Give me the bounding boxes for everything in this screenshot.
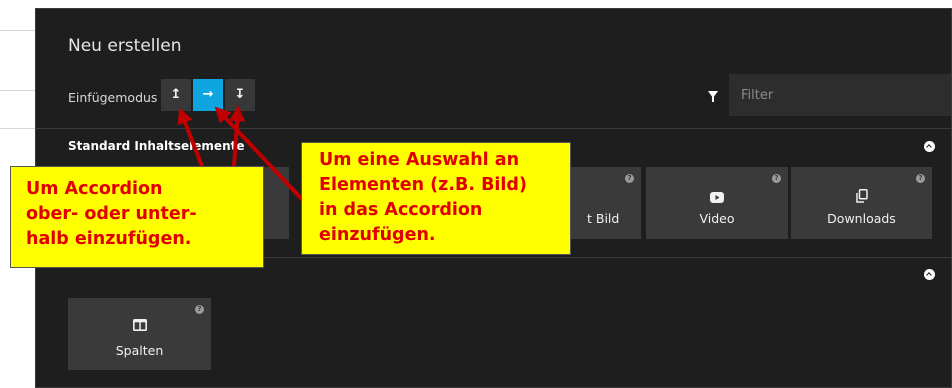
callout-line: Um Accordion — [26, 179, 163, 199]
callout-line: halb einzufügen. — [26, 229, 192, 249]
callout-line: Elementen (z.B. Bild) — [319, 175, 527, 195]
callout-line: in das Accordion — [319, 200, 483, 220]
callout-line: einzufügen. — [319, 225, 436, 245]
callout-line: ober- oder unter- — [26, 204, 197, 224]
callout-inside: Um eine Auswahl an Elementen (z.B. Bild)… — [301, 142, 571, 255]
callout-line: Um eine Auswahl an — [319, 150, 520, 170]
callout-above-below: Um Accordion ober- oder unter- halb einz… — [10, 166, 264, 268]
